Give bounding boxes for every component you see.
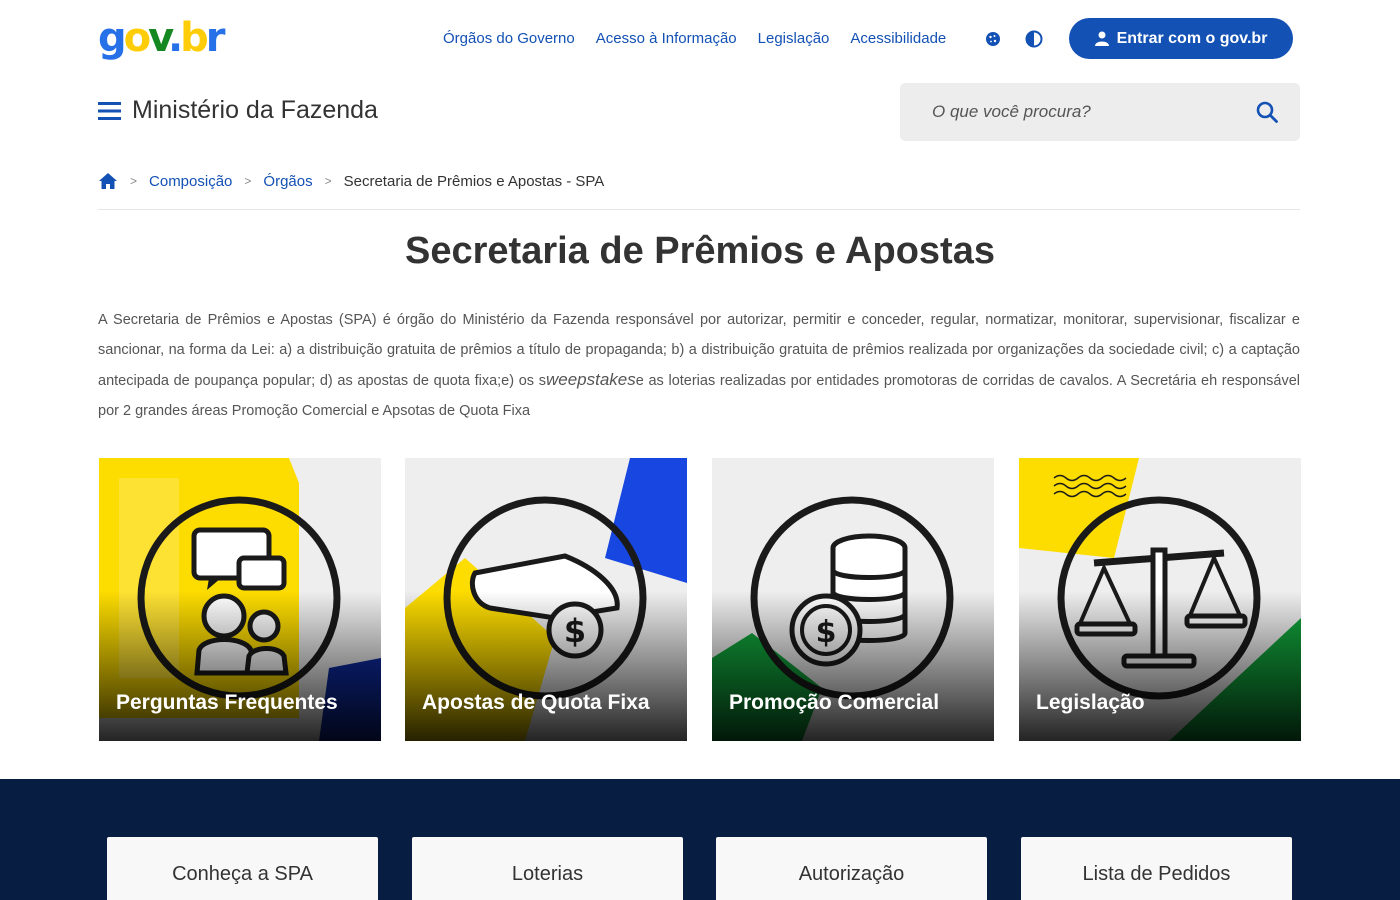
cookie-icon[interactable] (983, 28, 1003, 50)
card-label: Legislação (1036, 691, 1145, 714)
search-input[interactable] (932, 102, 1256, 122)
card-shade (1019, 591, 1301, 741)
card-perguntas-frequentes[interactable]: Perguntas Frequentes (99, 458, 381, 741)
divider (98, 209, 1300, 210)
card-apostas-de-quota-fixa[interactable]: $ Apostas de Quota Fixa (405, 458, 687, 741)
button-loterias[interactable]: Loterias (412, 837, 683, 900)
login-button[interactable]: Entrar com o gov.br (1069, 18, 1293, 59)
search-box (900, 83, 1300, 141)
top-nav: Órgãos do Governo Acesso à Informação Le… (443, 30, 946, 47)
page-description: A Secretaria de Prêmios e Apostas (SPA) … (98, 306, 1300, 426)
breadcrumb: > Composição > Órgãos > Secretaria de Pr… (98, 172, 604, 190)
user-icon (1094, 31, 1109, 46)
menu-icon[interactable] (98, 101, 122, 121)
link-acesso-a-informacao[interactable]: Acesso à Informação (596, 30, 737, 47)
card-label: Promoção Comercial (729, 691, 940, 714)
breadcrumb-composicao[interactable]: Composição (149, 173, 232, 190)
button-conheca-a-spa[interactable]: Conheça a SPA (107, 837, 378, 900)
page-title: Secretaria de Prêmios e Apostas (405, 230, 995, 272)
govbr-logo[interactable]: gov.br (98, 16, 225, 60)
home-icon[interactable] (98, 172, 118, 190)
login-label: Entrar com o gov.br (1116, 29, 1268, 47)
breadcrumb-current: Secretaria de Prêmios e Apostas - SPA (343, 172, 605, 190)
link-legislacao[interactable]: Legislação (758, 30, 830, 47)
card-shade (405, 591, 687, 741)
chevron-right-icon: > (324, 174, 332, 188)
card-label: Apostas de Quota Fixa (422, 691, 650, 714)
card-label: Perguntas Frequentes (116, 691, 338, 714)
site-title[interactable]: Ministério da Fazenda (132, 96, 378, 125)
chevron-right-icon: > (244, 174, 252, 188)
site-header: Ministério da Fazenda (98, 96, 378, 125)
link-acessibilidade[interactable]: Acessibilidade (850, 30, 946, 47)
breadcrumb-orgaos[interactable]: Órgãos (263, 173, 312, 190)
button-lista-de-pedidos[interactable]: Lista de Pedidos (1021, 837, 1292, 900)
contrast-icon[interactable] (1024, 28, 1044, 50)
card-legislacao[interactable]: Legislação (1019, 458, 1301, 741)
link-orgaos-do-governo[interactable]: Órgãos do Governo (443, 30, 575, 47)
chevron-right-icon: > (130, 174, 138, 188)
description-emphasis: weepstakes (545, 370, 636, 389)
card-shade (99, 591, 381, 741)
search-icon[interactable] (1256, 101, 1278, 123)
card-promocao-comercial[interactable]: $ Promoção Comercial (712, 458, 994, 741)
card-shade (712, 591, 994, 741)
button-autorizacao[interactable]: Autorização (716, 837, 987, 900)
